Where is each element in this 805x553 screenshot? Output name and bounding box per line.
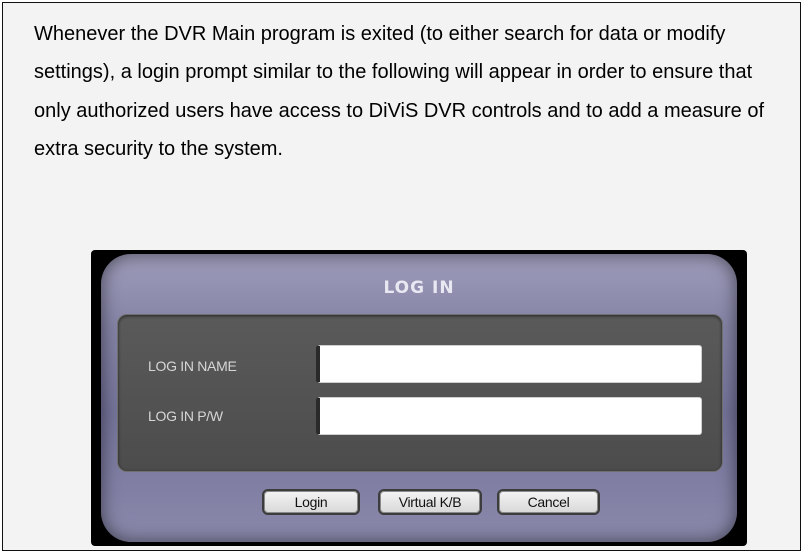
virtual-keyboard-button[interactable]: Virtual K/B — [378, 489, 482, 515]
cancel-button[interactable]: Cancel — [497, 489, 600, 515]
login-password-label: LOG IN P/W — [148, 408, 223, 424]
login-dialog: LOG IN LOG IN NAME LOG IN P/W Login Virt… — [91, 250, 747, 546]
login-form-panel: LOG IN NAME LOG IN P/W — [117, 314, 723, 472]
login-password-input[interactable] — [316, 397, 702, 435]
login-button[interactable]: Login — [262, 489, 360, 515]
login-name-label: LOG IN NAME — [148, 358, 237, 374]
intro-paragraph: Whenever the DVR Main program is exited … — [34, 23, 765, 161]
document-frame: Whenever the DVR Main program is exited … — [2, 2, 801, 551]
dialog-title: LOG IN — [383, 278, 455, 298]
login-dialog-body: LOG IN LOG IN NAME LOG IN P/W Login Virt… — [101, 254, 737, 542]
login-name-input[interactable] — [316, 345, 702, 383]
